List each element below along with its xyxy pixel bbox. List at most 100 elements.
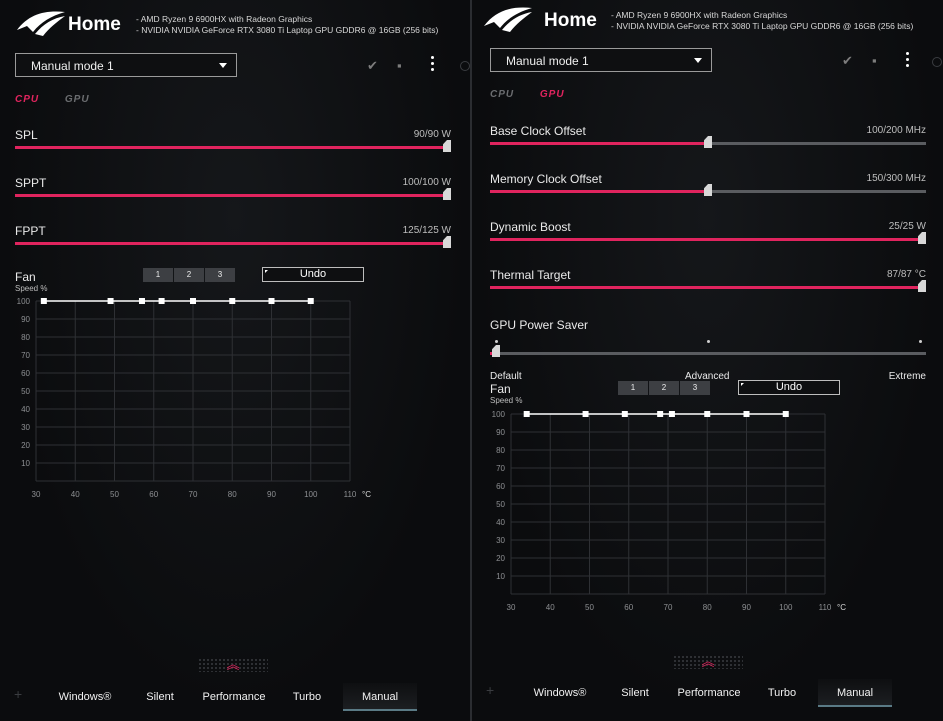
slider-fppt[interactable]: FPPT 125/125 W <box>15 224 451 254</box>
slider-track[interactable] <box>15 236 451 248</box>
fan-curve-point[interactable] <box>582 411 589 417</box>
y-tick-label: 80 <box>496 446 505 455</box>
save-icon[interactable]: ▪ <box>872 53 877 68</box>
tab-cpu[interactable]: CPU <box>490 89 514 100</box>
slider-thumb[interactable] <box>704 184 712 196</box>
hardware-info: AMD Ryzen 9 6900HX with Radeon Graphics … <box>136 14 439 36</box>
x-tick-label: 80 <box>703 603 712 612</box>
y-tick-label: 90 <box>496 428 505 437</box>
x-unit-label: °C <box>362 490 371 499</box>
slider-memory-clock-offset[interactable]: Memory Clock Offset 150/300 MHz <box>490 172 926 202</box>
slider-track[interactable] <box>490 184 926 196</box>
edge-decoration-icon <box>460 61 470 71</box>
fan-segment-2[interactable]: 2 <box>649 381 679 395</box>
fan-segment-3[interactable]: 3 <box>205 268 235 282</box>
nav-turbo[interactable]: Turbo <box>283 683 331 711</box>
fan-curve-point[interactable] <box>523 411 530 417</box>
power-saver-stop-advanced[interactable] <box>707 340 710 343</box>
nav-turbo[interactable]: Turbo <box>758 679 806 707</box>
slider-thermal-target[interactable]: Thermal Target 87/87 °C <box>490 268 926 298</box>
fan-curve-chart[interactable]: 10 20 30 40 50 60 70 80 90 100 30 40 50 60 70 80 90 100 11… <box>0 292 380 507</box>
rog-logo-icon <box>17 11 65 36</box>
more-options-icon[interactable] <box>431 56 435 74</box>
slider-thumb[interactable] <box>918 232 926 244</box>
fan-curve-point[interactable] <box>158 298 165 304</box>
fan-curve-point[interactable] <box>138 298 145 304</box>
fan-curve-point[interactable] <box>657 411 664 417</box>
nav-silent[interactable]: Silent <box>610 679 660 707</box>
power-saver-option-default[interactable]: Default <box>490 371 522 382</box>
save-icon[interactable]: ▪ <box>397 58 402 73</box>
gpu-power-saver[interactable]: GPU Power Saver Default Advanced Extreme <box>490 318 926 382</box>
slider-track[interactable] <box>490 136 926 148</box>
cpu-info: AMD Ryzen 9 6900HX with Radeon Graphics <box>136 14 438 25</box>
chevron-up-icon[interactable]: ︽ <box>701 655 715 672</box>
fan-curve-point[interactable] <box>268 298 275 304</box>
slider-track[interactable] <box>15 188 451 200</box>
fan-curve-point[interactable] <box>704 411 711 417</box>
y-tick-label: 100 <box>17 297 31 306</box>
fan-segment-1[interactable]: 1 <box>143 268 173 282</box>
fan-curve-point[interactable] <box>668 411 675 417</box>
nav-performance[interactable]: Performance <box>198 683 270 711</box>
x-tick-label: 40 <box>546 603 555 612</box>
nav-windows[interactable]: Windows® <box>530 679 590 707</box>
nav-windows[interactable]: Windows® <box>55 683 115 711</box>
fan-curve-point[interactable] <box>621 411 628 417</box>
fan-curve-chart[interactable]: 10 20 30 40 50 60 70 80 90 100 30 40 50 60 70 80 90 100 11… <box>475 405 855 620</box>
power-saver-track[interactable] <box>490 352 926 355</box>
nav-manual[interactable]: Manual <box>343 683 417 711</box>
power-saver-stop-default[interactable] <box>495 340 498 343</box>
nav-manual[interactable]: Manual <box>818 679 892 707</box>
y-tick-label: 70 <box>21 351 30 360</box>
slider-track[interactable] <box>490 232 926 244</box>
x-unit-label: °C <box>837 603 846 612</box>
slider-thumb[interactable] <box>704 136 712 148</box>
nav-silent[interactable]: Silent <box>135 683 185 711</box>
slider-label: FPPT <box>15 224 46 238</box>
mode-dropdown[interactable]: Manual mode 1 <box>15 53 237 77</box>
fan-segment-control: 1 2 3 <box>618 381 711 395</box>
undo-button[interactable]: Undo <box>738 380 840 395</box>
slider-sppt[interactable]: SPPT 100/100 W <box>15 176 451 206</box>
y-tick-label: 100 <box>492 410 506 419</box>
fan-curve-point[interactable] <box>40 298 47 304</box>
apply-check-icon[interactable]: ✔ <box>367 58 378 74</box>
fan-label: Fan <box>490 382 511 396</box>
fan-segment-1[interactable]: 1 <box>618 381 648 395</box>
power-saver-option-extreme[interactable]: Extreme <box>889 371 926 382</box>
y-tick-label: 20 <box>21 441 30 450</box>
slider-base-clock-offset[interactable]: Base Clock Offset 100/200 MHz <box>490 124 926 154</box>
tab-gpu[interactable]: GPU <box>65 94 90 105</box>
slider-spl[interactable]: SPL 90/90 W <box>15 128 451 158</box>
fan-segment-3[interactable]: 3 <box>680 381 710 395</box>
slider-thumb[interactable] <box>443 236 451 248</box>
slider-thumb[interactable] <box>443 188 451 200</box>
chevron-up-icon[interactable]: ︽ <box>226 658 240 675</box>
fan-curve-point[interactable] <box>782 411 789 417</box>
x-tick-label: 110 <box>344 490 357 499</box>
fan-curve-point[interactable] <box>190 298 196 304</box>
slider-thumb[interactable] <box>443 140 451 152</box>
nav-performance[interactable]: Performance <box>673 679 745 707</box>
slider-dynamic-boost[interactable]: Dynamic Boost 25/25 W <box>490 220 926 250</box>
undo-button[interactable]: Undo <box>262 267 364 282</box>
power-saver-stop-extreme[interactable] <box>919 340 922 343</box>
power-saver-thumb[interactable] <box>492 345 500 357</box>
tab-gpu[interactable]: GPU <box>540 89 565 100</box>
cpu-info: AMD Ryzen 9 6900HX with Radeon Graphics <box>611 10 913 21</box>
fan-segment-2[interactable]: 2 <box>174 268 204 282</box>
more-options-icon[interactable] <box>906 52 910 70</box>
x-tick-label: 110 <box>819 603 832 612</box>
slider-track[interactable] <box>15 140 451 152</box>
slider-thumb[interactable] <box>918 280 926 292</box>
fan-curve-point[interactable] <box>743 411 750 417</box>
power-saver-label: GPU Power Saver <box>490 318 589 332</box>
slider-track[interactable] <box>490 280 926 292</box>
fan-curve-point[interactable] <box>107 298 114 304</box>
mode-dropdown[interactable]: Manual mode 1 <box>490 48 712 72</box>
tab-cpu[interactable]: CPU <box>15 94 39 105</box>
apply-check-icon[interactable]: ✔ <box>842 53 853 69</box>
fan-curve-point[interactable] <box>229 298 236 304</box>
fan-curve-point[interactable] <box>307 298 314 304</box>
